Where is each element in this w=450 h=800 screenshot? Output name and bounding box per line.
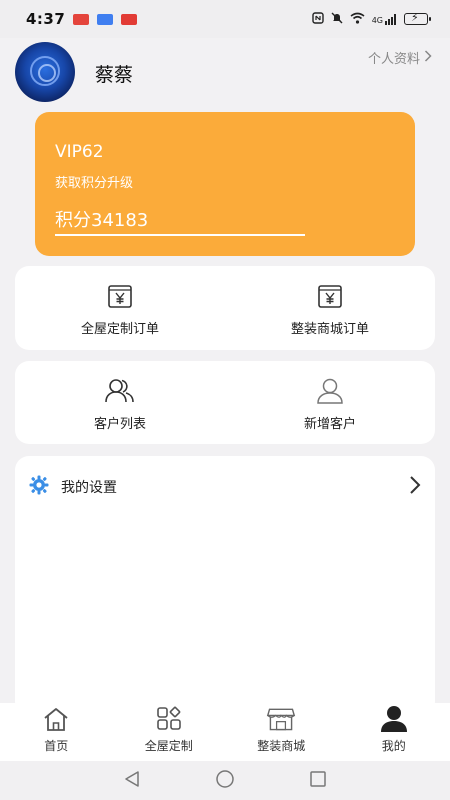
status-bar: 4:37 4G ⚡ bbox=[0, 0, 450, 38]
grid-icon bbox=[154, 705, 184, 733]
system-nav-bar bbox=[0, 761, 450, 800]
tab-home[interactable]: 首页 bbox=[0, 703, 113, 761]
back-icon[interactable] bbox=[123, 770, 141, 792]
tab-whole-house[interactable]: 全屋定制 bbox=[113, 703, 226, 761]
mall-orders-button[interactable]: 整装商城订单 bbox=[225, 280, 435, 337]
my-settings-row[interactable]: 我的设置 bbox=[29, 472, 421, 502]
customers-card: 客户列表 新增客户 bbox=[15, 361, 435, 444]
battery-icon: ⚡ bbox=[404, 11, 431, 25]
gear-icon bbox=[29, 475, 49, 499]
recents-icon[interactable] bbox=[309, 770, 327, 792]
person-filled-icon bbox=[379, 705, 409, 733]
add-customer-button[interactable]: 新增客户 bbox=[225, 375, 435, 432]
tab-mine-label: 我的 bbox=[381, 739, 406, 753]
nfc-icon bbox=[312, 11, 324, 27]
status-time: 4:37 bbox=[26, 10, 66, 28]
profile-link-label: 个人资料 bbox=[367, 52, 420, 67]
points-underline bbox=[55, 234, 305, 236]
tab-mall-label: 整装商城 bbox=[257, 739, 306, 753]
username: 蔡蔡 bbox=[95, 64, 134, 86]
avatar-image-icon bbox=[30, 56, 60, 86]
home-icon bbox=[41, 705, 71, 733]
tab-mine[interactable]: 我的 bbox=[338, 703, 450, 761]
profile-header: 蔡蔡 个人资料 bbox=[0, 38, 450, 108]
order-yen-icon bbox=[104, 280, 136, 312]
notification-icon bbox=[97, 13, 114, 25]
vip-upgrade-hint: 获取积分升级 bbox=[55, 176, 134, 191]
tab-whole-house-label: 全屋定制 bbox=[144, 739, 193, 753]
profile-details-link[interactable]: 个人资料 bbox=[368, 48, 432, 67]
whole-house-orders-label: 全屋定制订单 bbox=[80, 322, 159, 337]
customer-list-label: 客户列表 bbox=[93, 417, 146, 432]
chevron-right-icon bbox=[424, 49, 432, 66]
notification-icon bbox=[73, 13, 90, 25]
add-customer-label: 新增客户 bbox=[303, 417, 356, 432]
chevron-right-icon bbox=[409, 475, 421, 499]
notification-icon bbox=[121, 13, 138, 25]
tab-home-label: 首页 bbox=[44, 739, 69, 753]
settings-card: 我的设置 bbox=[15, 456, 435, 716]
mall-orders-label: 整装商城订单 bbox=[290, 322, 369, 337]
my-settings-label: 我的设置 bbox=[61, 480, 117, 496]
orders-card: 全屋定制订单 整装商城订单 bbox=[15, 266, 435, 350]
vip-card[interactable]: VIP62 获取积分升级 积分34183 bbox=[35, 112, 415, 256]
tab-mall[interactable]: 整装商城 bbox=[225, 703, 338, 761]
mute-icon bbox=[331, 12, 343, 27]
wifi-icon bbox=[350, 12, 365, 27]
signal-icon: 4G bbox=[371, 13, 397, 25]
whole-house-orders-button[interactable]: 全屋定制订单 bbox=[15, 280, 225, 337]
vip-level: VIP62 bbox=[55, 142, 104, 162]
customer-list-button[interactable]: 客户列表 bbox=[15, 375, 225, 432]
home-circle-icon[interactable] bbox=[215, 769, 235, 793]
user-add-icon bbox=[314, 375, 346, 407]
network-type: 4G bbox=[371, 15, 383, 25]
status-right: 4G ⚡ bbox=[312, 11, 431, 27]
vip-points: 积分34183 bbox=[55, 210, 149, 231]
order-yen-icon bbox=[314, 280, 346, 312]
users-icon bbox=[104, 375, 136, 407]
status-left: 4:37 bbox=[26, 10, 138, 28]
avatar[interactable] bbox=[15, 42, 75, 102]
bottom-tab-bar: 首页 全屋定制 整装商城 我的 bbox=[0, 703, 450, 761]
store-icon bbox=[266, 705, 296, 733]
